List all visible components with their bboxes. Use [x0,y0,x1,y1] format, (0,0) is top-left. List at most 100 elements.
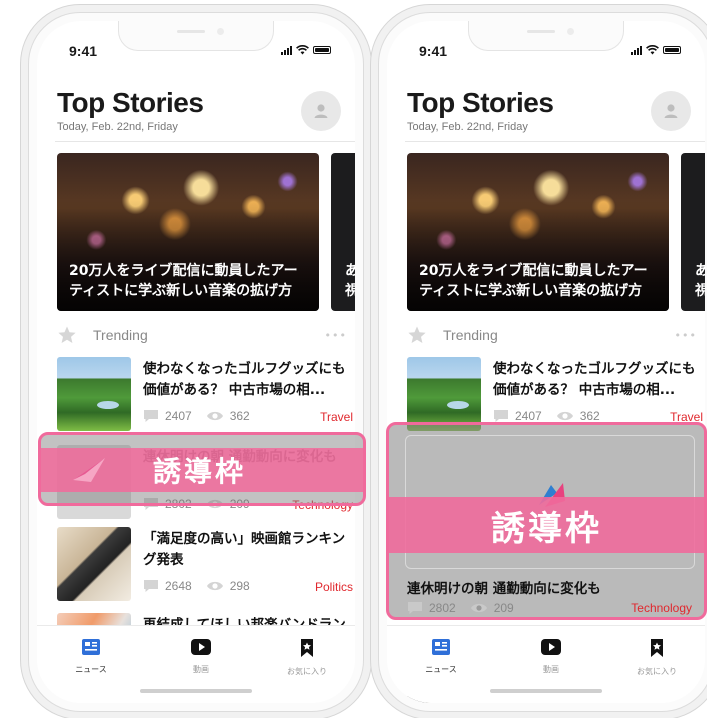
article-meta: 2407 362 [143,409,250,423]
article-meta: 2802 209 [407,601,514,615]
guide-slot-label: 誘導枠 [153,455,247,488]
notch [118,21,274,51]
signal-icon [631,45,642,55]
status-time: 9:41 [419,43,448,59]
trending-header: Trending ••• [407,323,705,347]
hero-next-title: あ視 [695,263,705,299]
tab-bar: ニュース 動画 お気に入り [387,625,705,703]
video-play-icon [191,639,211,655]
signal-icon [281,45,292,55]
comment-count: 2407 [165,409,192,423]
hero-title: 20万人をライブ配信に動員したアーティストに学ぶ新しい音楽の拡げ方 [69,263,298,299]
profile-avatar-button[interactable] [301,91,341,131]
eye-icon [206,411,223,421]
profile-avatar-button[interactable] [651,91,691,131]
hero-next-title: あ視 [345,263,355,299]
star-icon [408,326,426,343]
tab-label: お気に入り [287,667,327,676]
view-count: 362 [579,409,600,423]
tab-video[interactable]: 動画 [511,638,591,675]
status-icons [631,45,681,55]
hero-card[interactable]: 20万人をライブ配信に動員したアーティストに学ぶ新しい音楽の拡げ方 [57,153,319,311]
category-label[interactable]: Politics [315,580,353,594]
comment-icon [144,580,158,592]
comment-count: 2802 [429,601,456,615]
article-title: 使わなくなったゴルフグッズにも価値がある？ 中古市場の相... [493,361,696,398]
article-title: 「満足度の高い」映画館ランキング発表 [143,531,346,568]
article-title: 連休明けの朝 通勤動向に変化も [407,581,601,597]
trending-header: Trending ••• [57,323,355,347]
guide-slot-label: 誘導枠 [491,508,602,549]
list-item[interactable]: 使わなくなったゴルフグッズにも価値がある？ 中古市場の相... 2407 362… [57,357,355,435]
view-count: 362 [229,409,250,423]
news-icon [432,639,450,655]
tab-label: お気に入り [637,667,677,676]
article-meta: 2648 298 [143,579,250,593]
status-icons [281,45,331,55]
notch [468,21,624,51]
news-icon [82,639,100,655]
article-title: 使わなくなったゴルフグッズにも価値がある？ 中古市場の相... [143,361,346,398]
article-thumbnail [407,357,481,431]
eye-icon [206,581,223,591]
star-icon [58,326,76,343]
wifi-icon [296,45,309,55]
trending-label: Trending [93,327,148,343]
guide-slot-banner[interactable]: 誘導枠 [38,432,366,506]
hero-card-next[interactable]: あ視 [331,153,355,311]
page-date: Today, Feb. 22nd, Friday [407,121,528,133]
user-icon [664,104,678,118]
paper-plane-icon [73,458,105,482]
tab-label: 動画 [543,665,559,674]
battery-icon [663,46,681,54]
header-divider [55,141,355,142]
hero-card[interactable]: 20万人をライブ配信に動員したアーティストに学ぶ新しい音楽の拡げ方 [407,153,669,311]
eye-icon [470,603,487,613]
tab-news[interactable]: ニュース [51,638,131,675]
page-title: Top Stories [407,87,554,118]
view-count: 209 [493,601,514,615]
hero-card-next[interactable]: あ視 [681,153,705,311]
hero-title: 20万人をライブ配信に動員したアーティストに学ぶ新しい音楽の拡げ方 [419,263,648,299]
article-thumbnail [57,527,131,601]
category-label[interactable]: Technology [631,601,692,615]
tab-favorites[interactable]: お気に入り [617,638,697,677]
bookmark-icon [651,639,663,657]
guide-slot-band: 誘導枠 [389,497,704,553]
page-title: Top Stories [57,87,204,118]
user-icon [314,104,328,118]
more-options-icon[interactable]: ••• [325,329,347,342]
home-indicator [490,689,602,693]
comment-icon [144,410,158,422]
more-options-icon[interactable]: ••• [675,329,697,342]
header-divider [405,141,705,142]
status-time: 9:41 [69,43,98,59]
comment-count: 2648 [165,579,192,593]
article-thumbnail [57,357,131,431]
battery-icon [313,46,331,54]
tab-favorites[interactable]: お気に入り [267,638,347,677]
page-date: Today, Feb. 22nd, Friday [57,121,178,133]
view-count: 298 [229,579,250,593]
trending-label: Trending [443,327,498,343]
eye-icon [556,411,573,421]
tab-label: 動画 [193,665,209,674]
home-indicator [140,689,252,693]
tab-bar: ニュース 動画 お気に入り [37,625,355,703]
guide-slot-band: 誘導枠 [41,448,363,492]
article-meta: 2407 362 [493,409,600,423]
tab-video[interactable]: 動画 [161,638,241,675]
bookmark-icon [301,639,313,657]
guide-slot-card[interactable]: 誘導枠 連休明けの朝 通勤動向に変化も 2802 209 Technology [386,422,707,620]
video-play-icon [541,639,561,655]
category-label[interactable]: Travel [320,410,353,424]
app-screen: 9:41 Top Stories Today, Feb. 22nd, Frida… [37,21,355,703]
comment-count: 2407 [515,409,542,423]
wifi-icon [646,45,659,55]
tab-news[interactable]: ニュース [401,638,481,675]
phone-frame-left: 9:41 Top Stories Today, Feb. 22nd, Frida… [28,12,364,712]
comment-icon [408,602,422,614]
tab-label: ニュース [425,665,457,674]
tab-label: ニュース [75,665,107,674]
list-item[interactable]: 「満足度の高い」映画館ランキング発表 2648 298 Politics [57,527,355,605]
